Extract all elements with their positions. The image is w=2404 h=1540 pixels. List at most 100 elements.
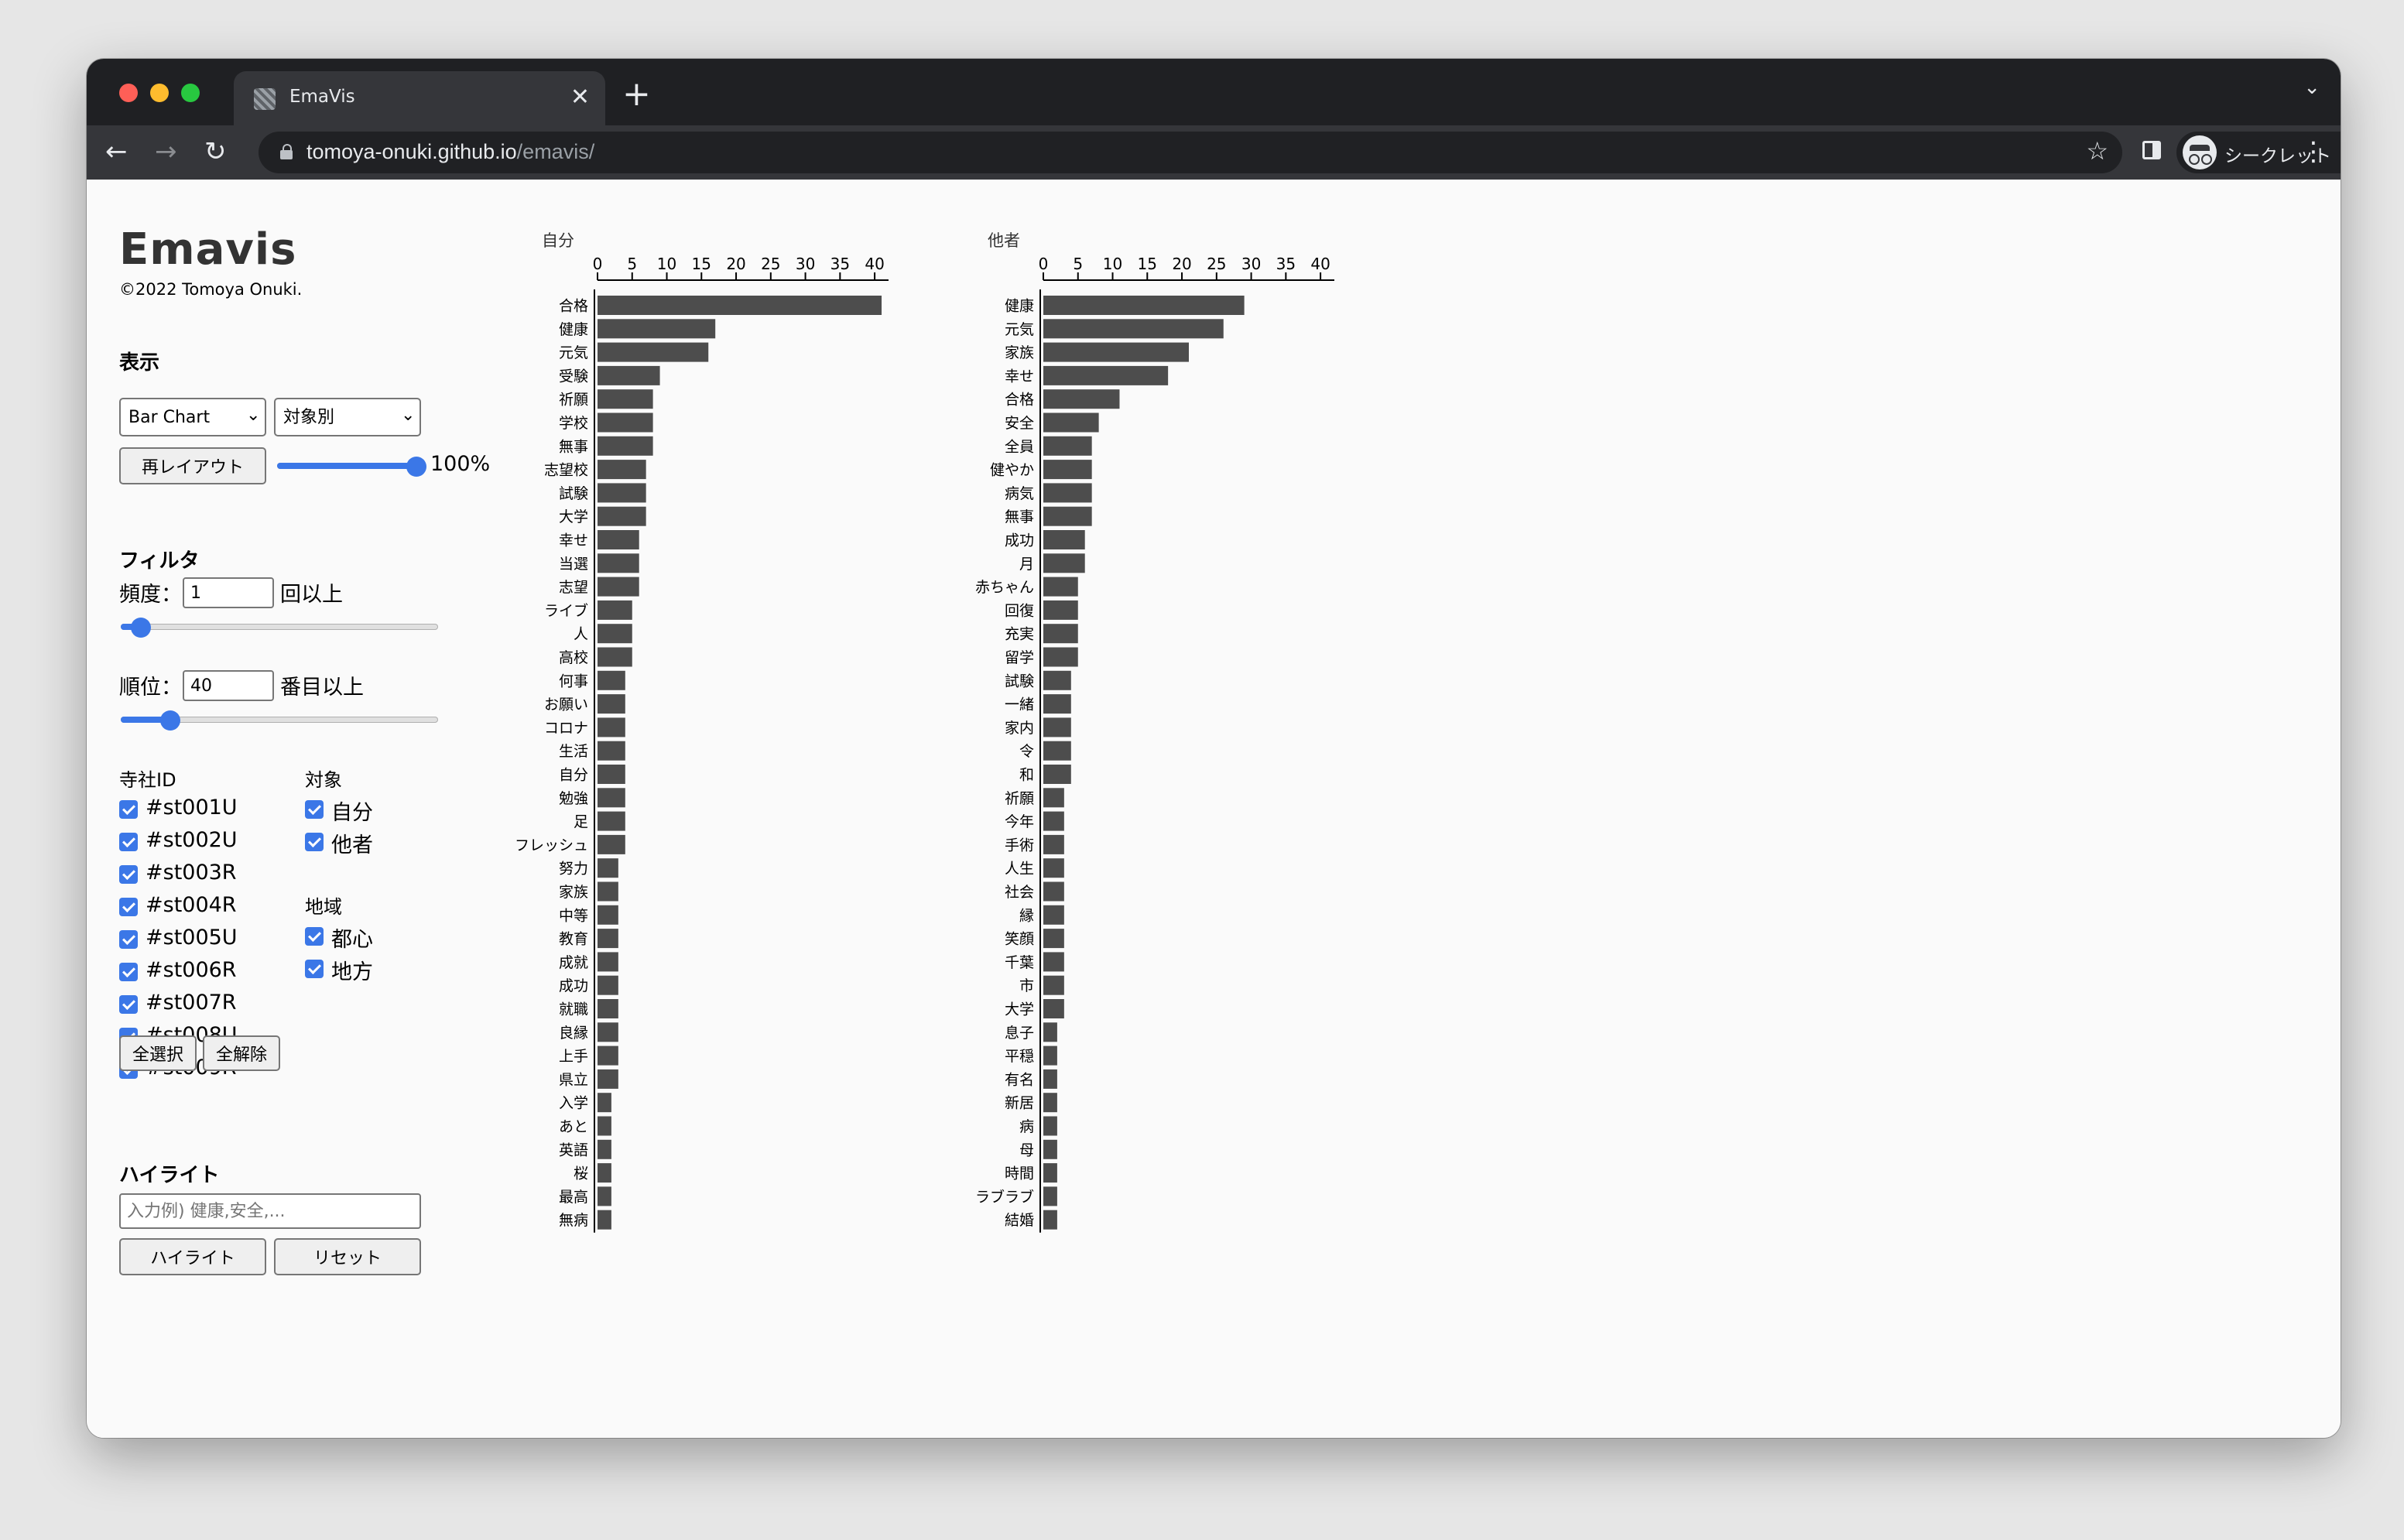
- bar[interactable]: [598, 577, 639, 597]
- bar[interactable]: [1043, 975, 1064, 995]
- bar[interactable]: [1043, 952, 1064, 972]
- bar[interactable]: [598, 952, 618, 972]
- bar[interactable]: [1043, 670, 1071, 690]
- tab-emavis[interactable]: EmaVis ✕: [234, 71, 605, 125]
- bar[interactable]: [598, 1022, 618, 1042]
- bar[interactable]: [598, 412, 653, 433]
- bar[interactable]: [598, 1116, 611, 1136]
- highlight-button[interactable]: ハイライト: [119, 1238, 266, 1275]
- bar[interactable]: [598, 1210, 611, 1230]
- bar[interactable]: [1043, 600, 1078, 620]
- bar[interactable]: [598, 1093, 611, 1113]
- minimize-window-button[interactable]: [150, 84, 169, 102]
- bar[interactable]: [1043, 389, 1120, 409]
- address-bar[interactable]: tomoya-onuki.github.io/emavis/ ☆: [259, 132, 2122, 173]
- zoom-slider[interactable]: [277, 457, 426, 477]
- bar[interactable]: [1043, 483, 1092, 503]
- bar[interactable]: [1043, 365, 1169, 385]
- bar[interactable]: [1043, 765, 1071, 784]
- bar[interactable]: [1043, 1045, 1057, 1066]
- bar[interactable]: [1043, 460, 1092, 480]
- bar[interactable]: [598, 975, 618, 995]
- star-icon[interactable]: ☆: [2086, 136, 2108, 166]
- bar[interactable]: [598, 460, 646, 480]
- bar[interactable]: [1043, 694, 1071, 714]
- bar[interactable]: [1043, 506, 1092, 526]
- bar[interactable]: [598, 600, 632, 620]
- zoom-window-button[interactable]: [181, 84, 200, 102]
- bar[interactable]: [598, 834, 625, 854]
- bar[interactable]: [598, 717, 625, 737]
- bar[interactable]: [598, 765, 625, 784]
- bar[interactable]: [598, 436, 653, 456]
- bar[interactable]: [598, 483, 646, 503]
- bar[interactable]: [1043, 834, 1064, 854]
- bar[interactable]: [598, 881, 618, 902]
- checkbox[interactable]: [119, 963, 138, 981]
- rank-input[interactable]: [183, 670, 274, 701]
- bar[interactable]: [598, 647, 632, 667]
- bar[interactable]: [598, 1139, 611, 1159]
- bar[interactable]: [1043, 436, 1092, 456]
- bar[interactable]: [1043, 1093, 1057, 1113]
- checkbox[interactable]: [119, 995, 138, 1014]
- bar[interactable]: [1043, 577, 1078, 597]
- checkbox[interactable]: [119, 865, 138, 884]
- bar[interactable]: [1043, 788, 1064, 808]
- frequency-slider[interactable]: [121, 618, 438, 638]
- bar[interactable]: [1043, 1139, 1057, 1159]
- bar[interactable]: [598, 342, 709, 362]
- more-icon[interactable]: ⋮: [2300, 133, 2327, 170]
- bar[interactable]: [598, 741, 625, 761]
- bar[interactable]: [1043, 1186, 1057, 1206]
- bar[interactable]: [1043, 1210, 1057, 1230]
- checkbox[interactable]: [119, 898, 138, 916]
- bar[interactable]: [598, 1163, 611, 1183]
- back-icon[interactable]: ←: [105, 135, 128, 169]
- chart-type-select[interactable]: Bar Chart: [119, 398, 266, 436]
- url-text[interactable]: tomoya-onuki.github.io/emavis/: [306, 140, 594, 164]
- relayout-button[interactable]: 再レイアウト: [119, 447, 266, 484]
- bar[interactable]: [1043, 905, 1064, 925]
- bar[interactable]: [598, 624, 632, 644]
- highlight-input[interactable]: [119, 1193, 421, 1229]
- bar[interactable]: [1043, 881, 1064, 902]
- bar[interactable]: [598, 929, 618, 949]
- bar[interactable]: [1043, 342, 1189, 362]
- bar[interactable]: [1043, 858, 1064, 878]
- grouping-select[interactable]: 対象別: [274, 398, 421, 436]
- lock-icon[interactable]: [280, 144, 293, 159]
- bar[interactable]: [1043, 296, 1245, 315]
- close-icon[interactable]: ✕: [570, 82, 590, 113]
- bar[interactable]: [598, 1186, 611, 1206]
- bar[interactable]: [598, 694, 625, 714]
- bar[interactable]: [598, 905, 618, 925]
- bar[interactable]: [1043, 412, 1099, 433]
- bar[interactable]: [598, 530, 639, 549]
- bar[interactable]: [598, 389, 653, 409]
- bar[interactable]: [1043, 647, 1078, 667]
- bar[interactable]: [1043, 1069, 1057, 1089]
- bar[interactable]: [598, 319, 716, 339]
- checkbox[interactable]: [119, 930, 138, 949]
- bar[interactable]: [1043, 1116, 1057, 1136]
- reload-icon[interactable]: ↻: [204, 135, 227, 169]
- bar[interactable]: [598, 365, 660, 385]
- checkbox[interactable]: [305, 927, 324, 946]
- bar[interactable]: [1043, 624, 1078, 644]
- bar[interactable]: [598, 670, 625, 690]
- frequency-input[interactable]: [183, 577, 274, 608]
- bar[interactable]: [598, 788, 625, 808]
- bar[interactable]: [598, 553, 639, 573]
- checkbox[interactable]: [119, 833, 138, 851]
- bar[interactable]: [598, 1069, 618, 1089]
- checkbox[interactable]: [305, 833, 324, 851]
- bar[interactable]: [1043, 1163, 1057, 1183]
- chevron-down-icon[interactable]: ⌄: [2303, 76, 2320, 99]
- checkbox[interactable]: [119, 800, 138, 819]
- bar[interactable]: [598, 999, 618, 1018]
- bar[interactable]: [1043, 319, 1224, 339]
- side-panel-icon[interactable]: [2142, 141, 2161, 159]
- bar[interactable]: [598, 858, 618, 878]
- reset-button[interactable]: リセット: [274, 1238, 421, 1275]
